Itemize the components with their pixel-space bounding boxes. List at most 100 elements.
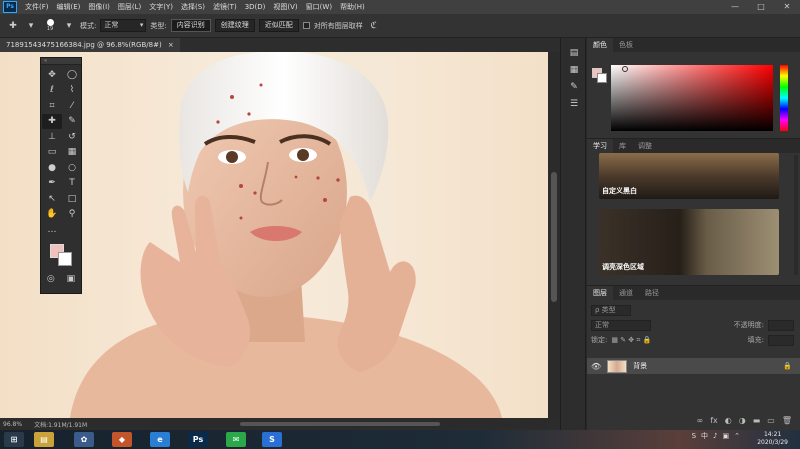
hand-tool-icon[interactable]: ✋	[42, 207, 62, 223]
panel-background-swatch[interactable]	[597, 73, 607, 83]
minimize-button[interactable]: —	[722, 0, 748, 14]
fill-field[interactable]	[768, 334, 794, 346]
sample-all-layers-checkbox[interactable]	[302, 22, 310, 29]
tray-sogou-icon[interactable]: S	[692, 432, 696, 440]
tool-preset-chevron-icon[interactable]: ▾	[24, 19, 38, 33]
taskbar-clock[interactable]: 14:21 2020/3/29	[757, 431, 788, 447]
sogou-icon[interactable]: S	[262, 432, 282, 447]
healing-brush-icon[interactable]: ✚	[6, 19, 20, 33]
brush-settings-icon[interactable]: ✎	[561, 78, 587, 95]
horizontal-scroll-thumb[interactable]	[240, 422, 440, 426]
menu-view[interactable]: 视图(V)	[269, 2, 301, 12]
document-tab[interactable]: 71891543475166384.jpg @ 96.8%(RGB/8#) ×	[0, 38, 180, 52]
ellipse-marquee-tool-icon[interactable]: ◯	[62, 67, 82, 83]
blend-mode-select[interactable]: 正常	[591, 319, 651, 331]
color-picker-ring-icon[interactable]	[622, 66, 628, 72]
tab-learn[interactable]: 学习	[587, 139, 613, 153]
history-brush-tool-icon[interactable]: ↺	[62, 129, 82, 145]
eyedropper-tool-icon[interactable]: ⁄	[62, 98, 82, 114]
canvas-photo[interactable]	[0, 52, 548, 418]
internet-explorer-icon[interactable]: e	[150, 432, 170, 447]
app-network-icon[interactable]: ✿	[74, 432, 94, 447]
menu-3d[interactable]: 3D(D)	[241, 3, 270, 11]
history-panel-icon[interactable]: ▤	[561, 44, 587, 61]
lock-pixels-icon[interactable]: ▦ ✎ ✥ ⌗ 🔒	[611, 336, 651, 345]
type-tool-icon[interactable]: T	[62, 176, 82, 192]
move-tool-icon[interactable]: ✥	[42, 67, 62, 83]
blur-tool-icon[interactable]: ●	[42, 160, 62, 176]
crop-tool-icon[interactable]: ⌗	[42, 98, 62, 114]
tray-expand-icon[interactable]: ⌃	[734, 432, 740, 440]
pen-tool-icon[interactable]: ✒	[42, 176, 62, 192]
app-tools-icon[interactable]: ◆	[112, 432, 132, 447]
more-tools-icon[interactable]: …	[42, 222, 62, 238]
opacity-field[interactable]	[768, 319, 794, 331]
learn-card[interactable]: 调亮深色区域	[599, 209, 779, 275]
tab-paths[interactable]: 路径	[639, 286, 665, 300]
menu-edit[interactable]: 编辑(E)	[53, 2, 85, 12]
layer-mask-icon[interactable]: ◐	[725, 416, 732, 426]
menu-type[interactable]: 文字(Y)	[145, 2, 177, 12]
brush-picker-chevron-icon[interactable]: ▾	[62, 19, 76, 33]
color-picker-field[interactable]	[611, 65, 773, 131]
menu-image[interactable]: 图像(I)	[84, 2, 114, 12]
zoom-tool-icon[interactable]: ⚲	[62, 207, 82, 223]
content-aware-button[interactable]: 内容识别	[170, 19, 211, 32]
background-color-swatch[interactable]	[58, 251, 72, 266]
layer-kind-filter[interactable]: ρ 类型	[591, 304, 631, 316]
lasso-tool-icon[interactable]: ℓ	[42, 83, 62, 99]
brush-size-picker[interactable]: 19	[42, 19, 58, 32]
clone-stamp-tool-icon[interactable]: ⊥	[42, 129, 62, 145]
wechat-icon[interactable]: ✉	[226, 432, 246, 447]
layer-row[interactable]: 👁 背景 🔒	[587, 358, 800, 374]
quick-mask-icon[interactable]: ◎	[47, 274, 55, 284]
canvas-area[interactable]	[0, 52, 548, 418]
tray-ime-icon[interactable]: 中	[701, 431, 708, 441]
document-info[interactable]: 文档:1.91M/1.91M	[34, 420, 87, 429]
proximity-match-button[interactable]: 近似匹配	[258, 19, 299, 32]
gradient-tool-icon[interactable]: ▦	[62, 145, 82, 161]
canvas-vertical-scrollbar[interactable]	[548, 52, 560, 418]
tray-volume-icon[interactable]: ♪	[713, 432, 717, 440]
layer-name[interactable]: 背景	[633, 361, 647, 371]
new-group-icon[interactable]: ▬	[753, 416, 761, 426]
path-selection-tool-icon[interactable]: ↖	[42, 191, 62, 207]
layer-style-icon[interactable]: fx	[710, 416, 718, 426]
menu-file[interactable]: 文件(F)	[21, 2, 53, 12]
menu-help[interactable]: 帮助(H)	[336, 2, 369, 12]
swatch-panel-icon[interactable]: ▦	[561, 61, 587, 78]
menu-select[interactable]: 选择(S)	[177, 2, 209, 12]
screen-mode-icon[interactable]: ▣	[67, 274, 76, 284]
dodge-tool-icon[interactable]: ○	[62, 160, 82, 176]
canvas-horizontal-scrollbar[interactable]	[150, 420, 550, 428]
quick-selection-tool-icon[interactable]: ⌇	[62, 83, 82, 99]
tab-swatches[interactable]: 色板	[613, 38, 639, 52]
learn-panel-scrollbar[interactable]	[794, 155, 798, 275]
start-button-icon[interactable]: ⊞	[4, 432, 24, 447]
healing-brush-tool-icon[interactable]: ✚	[42, 113, 62, 129]
rectangle-tool-icon[interactable]: □	[62, 191, 82, 207]
adjustments-icon[interactable]: ☰	[561, 95, 587, 112]
tab-channels[interactable]: 通道	[613, 286, 639, 300]
pressure-size-icon[interactable]: ℭ	[367, 19, 381, 33]
menu-window[interactable]: 窗口(W)	[302, 2, 336, 12]
hue-slider[interactable]	[780, 65, 788, 131]
link-layers-icon[interactable]: ∞	[697, 416, 704, 426]
create-texture-button[interactable]: 创建纹理	[214, 19, 255, 32]
menu-filter[interactable]: 滤镜(T)	[209, 2, 241, 12]
menu-layer[interactable]: 图层(L)	[114, 2, 145, 12]
tab-adjustments[interactable]: 调整	[632, 139, 658, 153]
toolbox-grip[interactable]: «	[41, 58, 81, 65]
vertical-scroll-thumb[interactable]	[551, 172, 557, 302]
tab-layers[interactable]: 图层	[587, 286, 613, 300]
zoom-level[interactable]: 96.8%	[3, 421, 22, 428]
delete-layer-icon[interactable]: 🗑	[782, 416, 792, 426]
adjustment-layer-icon[interactable]: ◑	[739, 416, 746, 426]
layer-lock-icon[interactable]: 🔒	[783, 362, 792, 370]
tab-libraries[interactable]: 库	[613, 139, 632, 153]
eraser-tool-icon[interactable]: ▭	[42, 145, 62, 161]
brush-tool-icon[interactable]: ✎	[62, 114, 82, 130]
close-button[interactable]: ✕	[774, 0, 800, 14]
mode-select[interactable]: 正常	[100, 19, 147, 32]
tab-color[interactable]: 颜色	[587, 38, 613, 52]
